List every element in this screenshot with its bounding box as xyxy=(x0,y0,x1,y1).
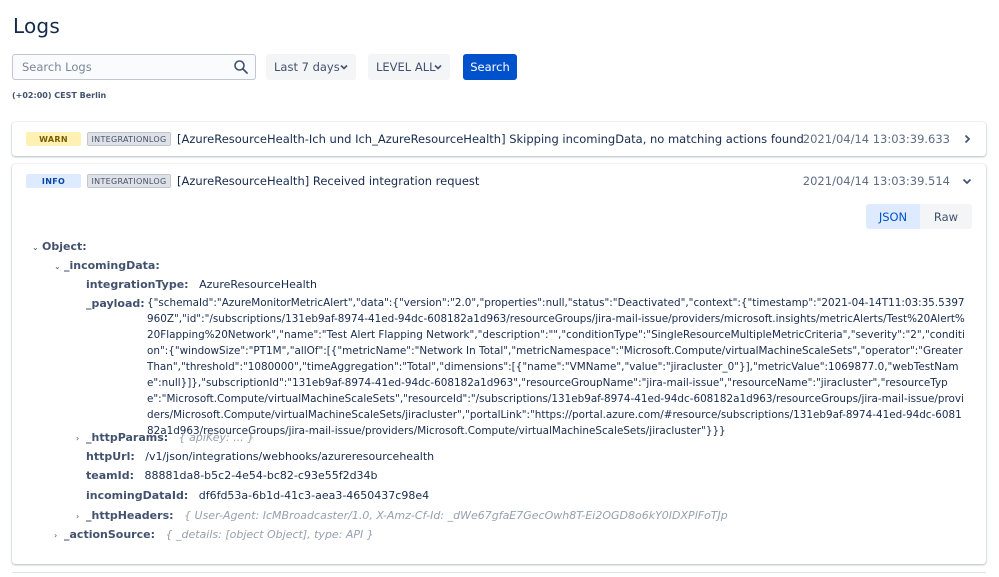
payload-value: {"schemaId":"AzureMonitorMetricAlert","d… xyxy=(147,297,965,437)
tree-node-action-source[interactable]: › _actionSource: { _details: [object Obje… xyxy=(54,528,374,541)
http-url-value: /v1/json/integrations/webhooks/azurereso… xyxy=(145,450,435,463)
caret-right-icon[interactable]: › xyxy=(76,434,86,443)
level-badge: WARN xyxy=(26,132,81,146)
action-source-summary: { _details: [object Object], type: API } xyxy=(165,528,374,541)
log-entry[interactable]: INFO INTEGRATIONLOG [AzureResourceHealth… xyxy=(12,164,986,564)
tree-node-incoming-data[interactable]: ⌄ _incomingData: xyxy=(54,259,160,272)
chevron-down-icon xyxy=(434,64,442,70)
incoming-data-id-value: df6fd53a-6b1d-41c3-aea3-4650437c98e4 xyxy=(198,489,430,502)
log-row-header[interactable]: WARN INTEGRATIONLOG [AzureResourceHealth… xyxy=(12,122,986,156)
tree-node-http-headers[interactable]: › _httpHeaders: { User-Agent: IcMBroadcas… xyxy=(76,509,728,522)
type-badge: INTEGRATIONLOG xyxy=(87,132,171,146)
search-box[interactable] xyxy=(12,54,256,80)
chevron-right-icon[interactable] xyxy=(962,134,972,144)
time-range-dropdown[interactable]: Last 7 days xyxy=(266,54,356,80)
time-range-label: Last 7 days xyxy=(274,60,340,74)
integration-type-value: AzureResourceHealth xyxy=(199,278,317,291)
payload-key: _payload: xyxy=(86,297,145,310)
level-dropdown[interactable]: LEVEL ALL xyxy=(368,54,450,80)
log-message: [AzureResourceHealth] Received integrati… xyxy=(177,174,480,188)
view-toggle: JSON Raw xyxy=(866,204,972,229)
log-timestamp: 2021/04/14 13:03:39.514 xyxy=(802,174,950,188)
chevron-down-icon xyxy=(340,64,348,70)
raw-view-button[interactable]: Raw xyxy=(920,204,972,229)
tree-node-http-params[interactable]: › _httpParams: { apiKey: ... } xyxy=(76,431,254,444)
json-view-button[interactable]: JSON xyxy=(866,204,920,229)
http-headers-summary: { User-Agent: IcMBroadcaster/1.0, X-Amz-… xyxy=(184,509,728,522)
log-timestamp: 2021/04/14 13:03:39.633 xyxy=(802,132,950,146)
team-id-value: 88881da8-b5c2-4e54-bc82-c93e55f2d34b xyxy=(144,469,378,482)
http-headers-key: _httpHeaders: xyxy=(86,509,174,522)
tree-node-team-id: teamId: 88881da8-b5c2-4e54-bc82-c93e55f2… xyxy=(86,469,378,482)
caret-right-icon[interactable]: › xyxy=(54,531,64,540)
page-title: Logs xyxy=(13,14,60,38)
timezone-label: (+02:00) CEST Berlin xyxy=(12,91,107,100)
search-input[interactable] xyxy=(13,55,223,79)
search-button[interactable]: Search xyxy=(463,54,517,80)
http-params-summary: { apiKey: ... } xyxy=(178,431,255,444)
integration-type-key: integrationType: xyxy=(86,278,189,291)
level-badge: INFO xyxy=(26,174,81,188)
tree-node-payload: _payload: xyxy=(86,297,145,310)
next-log-entry-edge xyxy=(12,572,986,577)
caret-down-icon[interactable]: ⌄ xyxy=(54,262,64,271)
tree-node-integration-type: integrationType: AzureResourceHealth xyxy=(86,278,317,291)
log-row-header[interactable]: INFO INTEGRATIONLOG [AzureResourceHealth… xyxy=(12,164,986,198)
tree-node-incoming-data-id: incomingDataId: df6fd53a-6b1d-41c3-aea3-… xyxy=(86,489,429,502)
object-key: Object: xyxy=(42,240,87,253)
caret-down-icon[interactable]: ⌄ xyxy=(32,243,42,252)
tree-node-http-url: httpUrl: /v1/json/integrations/webhooks/… xyxy=(86,450,434,463)
level-label: LEVEL ALL xyxy=(376,60,436,74)
log-entry[interactable]: WARN INTEGRATIONLOG [AzureResourceHealth… xyxy=(12,122,986,156)
caret-right-icon[interactable]: › xyxy=(76,512,86,521)
team-id-key: teamId: xyxy=(86,469,134,482)
chevron-down-icon[interactable] xyxy=(962,176,972,186)
type-badge: INTEGRATIONLOG xyxy=(87,174,171,188)
tree-node-object[interactable]: ⌄ Object: xyxy=(32,240,87,253)
action-source-key: _actionSource: xyxy=(64,528,155,541)
incoming-data-id-key: incomingDataId: xyxy=(86,489,189,502)
search-icon[interactable] xyxy=(233,59,249,75)
incoming-data-key: _incomingData: xyxy=(64,259,160,272)
http-params-key: _httpParams: xyxy=(86,431,169,444)
log-message: [AzureResourceHealth-Ich und Ich_AzureRe… xyxy=(177,132,804,146)
http-url-key: httpUrl: xyxy=(86,450,135,463)
